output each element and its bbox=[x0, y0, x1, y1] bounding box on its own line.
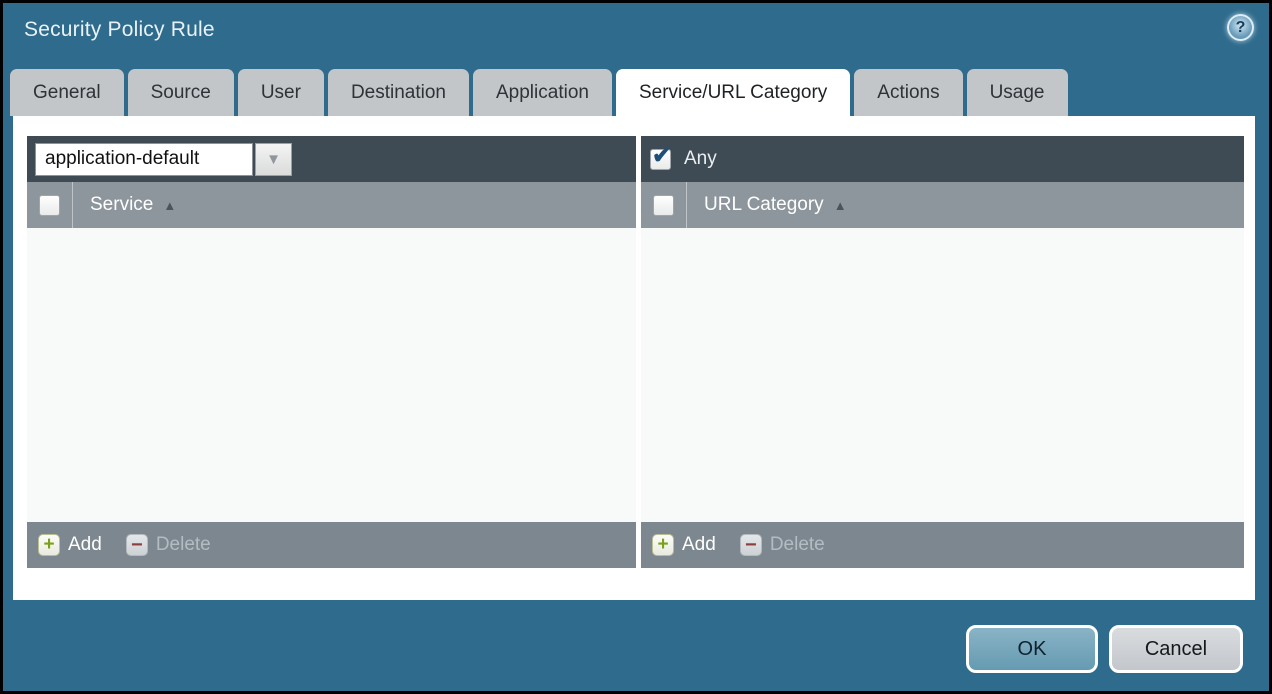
tab-label: Actions bbox=[877, 82, 939, 104]
dialog-title: Security Policy Rule bbox=[24, 18, 215, 42]
chevron-down-icon: ▼ bbox=[266, 152, 281, 167]
service-select-all-checkbox[interactable] bbox=[39, 195, 60, 216]
tab-label: Destination bbox=[351, 82, 446, 104]
service-add-button[interactable]: + Add bbox=[38, 534, 102, 556]
url-category-header-checkbox-cell bbox=[641, 182, 687, 228]
service-toolbar: ▼ bbox=[27, 136, 636, 182]
delete-icon: − bbox=[126, 534, 148, 556]
add-icon: + bbox=[38, 534, 60, 556]
tab-destination[interactable]: Destination bbox=[328, 69, 469, 116]
service-header-checkbox-cell bbox=[27, 182, 73, 228]
service-table-body bbox=[27, 228, 636, 522]
url-category-footer: + Add − Delete bbox=[641, 522, 1244, 568]
any-label: Any bbox=[684, 148, 717, 170]
add-label: Add bbox=[682, 534, 716, 556]
service-table-header: Service ▲ bbox=[27, 182, 636, 228]
help-icon: ? bbox=[1236, 19, 1246, 37]
url-category-table-body bbox=[641, 228, 1244, 522]
cancel-label: Cancel bbox=[1145, 638, 1207, 661]
service-panel: ▼ Service ▲ + Add − bbox=[27, 136, 636, 568]
add-icon: + bbox=[652, 534, 674, 556]
tab-service-url-category[interactable]: Service/URL Category bbox=[616, 69, 850, 116]
ok-button[interactable]: OK bbox=[966, 625, 1098, 673]
service-type-dropdown-button[interactable]: ▼ bbox=[255, 143, 292, 176]
tab-application[interactable]: Application bbox=[473, 69, 612, 116]
url-category-toolbar: ✔ Any bbox=[641, 136, 1244, 182]
url-category-add-button[interactable]: + Add bbox=[652, 534, 716, 556]
url-category-panel: ✔ Any URL Category ▲ + Add bbox=[641, 136, 1244, 568]
tab-source[interactable]: Source bbox=[128, 69, 234, 116]
tab-actions[interactable]: Actions bbox=[854, 69, 962, 116]
cancel-button[interactable]: Cancel bbox=[1109, 625, 1243, 673]
delete-icon: − bbox=[740, 534, 762, 556]
service-footer: + Add − Delete bbox=[27, 522, 636, 568]
security-policy-rule-dialog: Security Policy Rule ? General Source Us… bbox=[0, 0, 1272, 694]
tab-label: Usage bbox=[990, 82, 1045, 104]
service-delete-button[interactable]: − Delete bbox=[126, 534, 211, 556]
tab-label: General bbox=[33, 82, 101, 104]
add-label: Add bbox=[68, 534, 102, 556]
sort-asc-icon: ▲ bbox=[834, 199, 847, 212]
tab-usage[interactable]: Usage bbox=[967, 69, 1068, 116]
service-type-input[interactable] bbox=[35, 143, 253, 176]
service-type-combobox: ▼ bbox=[35, 143, 292, 176]
service-column-header[interactable]: Service ▲ bbox=[73, 194, 176, 216]
url-category-column-header[interactable]: URL Category ▲ bbox=[687, 194, 847, 216]
delete-label: Delete bbox=[156, 534, 211, 556]
sort-asc-icon: ▲ bbox=[163, 199, 176, 212]
tab-label: Application bbox=[496, 82, 589, 104]
tab-label: Source bbox=[151, 82, 211, 104]
url-category-table-header: URL Category ▲ bbox=[641, 182, 1244, 228]
delete-label: Delete bbox=[770, 534, 825, 556]
tab-general[interactable]: General bbox=[10, 69, 124, 116]
tab-content-service-url-category: ▼ Service ▲ + Add − bbox=[13, 116, 1255, 600]
tab-label: User bbox=[261, 82, 301, 104]
checkmark-icon: ✔ bbox=[652, 142, 671, 169]
any-checkbox[interactable]: ✔ bbox=[650, 149, 671, 170]
url-category-delete-button[interactable]: − Delete bbox=[740, 534, 825, 556]
ok-label: OK bbox=[1018, 638, 1047, 661]
help-button[interactable]: ? bbox=[1227, 14, 1254, 41]
tab-user[interactable]: User bbox=[238, 69, 324, 116]
url-category-select-all-checkbox[interactable] bbox=[653, 195, 674, 216]
any-row: ✔ Any bbox=[649, 148, 717, 170]
tab-label: Service/URL Category bbox=[639, 82, 827, 104]
tab-strip: General Source User Destination Applicat… bbox=[10, 69, 1068, 116]
service-column-label: Service bbox=[90, 194, 153, 216]
url-category-column-label: URL Category bbox=[704, 194, 824, 216]
